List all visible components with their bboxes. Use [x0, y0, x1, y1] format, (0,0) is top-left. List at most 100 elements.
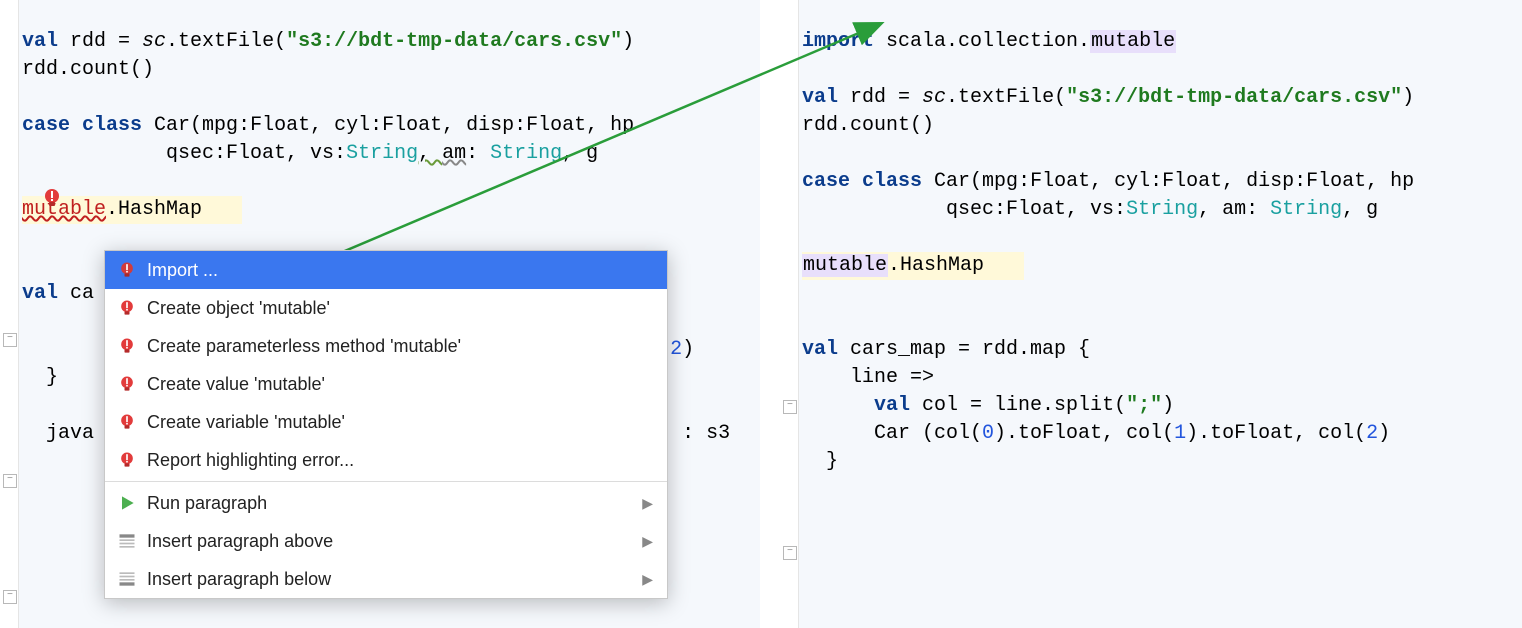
menu-label: Create object 'mutable': [147, 298, 330, 319]
keyword-case: case: [22, 114, 70, 137]
right-gutter: − −: [780, 0, 799, 628]
intention-popup: Import ... Create object 'mutable' Creat…: [104, 250, 668, 599]
code-text: .textFile(: [946, 86, 1066, 109]
code-text: , am:: [1198, 198, 1270, 221]
error-mutable: mutable: [22, 198, 106, 221]
code-text: [850, 170, 862, 193]
number-literal: 1: [1174, 422, 1186, 445]
code-text: rdd.count(): [22, 58, 154, 81]
code-text: , g: [562, 142, 598, 165]
menu-label: Create parameterless method 'mutable': [147, 336, 461, 357]
code-text: ): [1378, 422, 1390, 445]
code-text: Car (col(: [802, 422, 982, 445]
number-literal: 0: [982, 422, 994, 445]
code-text: :: [466, 142, 490, 165]
bulb-error-icon: [117, 298, 137, 318]
code-text: qsec:Float, vs:: [22, 142, 346, 165]
menu-label: Create value 'mutable': [147, 374, 325, 395]
menu-create-value[interactable]: Create value 'mutable': [105, 365, 667, 403]
bulb-error-icon: [117, 450, 137, 470]
menu-import[interactable]: Import ...: [105, 251, 667, 289]
type-string: String: [1270, 198, 1342, 221]
menu-create-variable[interactable]: Create variable 'mutable': [105, 403, 667, 441]
keyword-val: val: [22, 30, 58, 53]
menu-label: Run paragraph: [147, 493, 267, 514]
code-text: }: [802, 450, 838, 473]
code-text: am: [442, 142, 466, 165]
code-text: ): [682, 338, 694, 361]
intention-bulb-icon[interactable]: [40, 186, 64, 210]
string-literal: "s3://bdt-tmp-data/cars.csv": [1066, 86, 1402, 109]
fold-mark-icon[interactable]: −: [3, 474, 17, 488]
bulb-error-icon: [117, 374, 137, 394]
code-text: cars_map = rdd.map {: [838, 338, 1090, 361]
menu-label: Insert paragraph below: [147, 569, 331, 590]
fold-mark-icon[interactable]: −: [3, 590, 17, 604]
code-text: ).toFloat, col(: [1186, 422, 1366, 445]
code-text: [802, 394, 874, 417]
keyword-class: class: [862, 170, 922, 193]
code-text: .HashMap: [106, 198, 202, 221]
menu-run-paragraph[interactable]: Run paragraph ▶: [105, 484, 667, 522]
bulb-error-icon: [117, 412, 137, 432]
menu-label: Insert paragraph above: [147, 531, 333, 552]
code-text: }: [22, 366, 58, 389]
keyword-class: class: [82, 114, 142, 137]
keyword-val: val: [874, 394, 910, 417]
keyword-import: import: [802, 30, 874, 53]
code-text: Car(mpg:Float, cyl:Float, disp:Float, hp: [142, 114, 634, 137]
menu-create-method[interactable]: Create parameterless method 'mutable': [105, 327, 667, 365]
keyword-case: case: [802, 170, 850, 193]
code-text: : s3: [682, 422, 730, 445]
string-literal: ";": [1126, 394, 1162, 417]
code-text: rdd =: [58, 30, 142, 53]
code-text: rdd =: [838, 86, 922, 109]
right-code[interactable]: import scala.collection.mutable val rdd …: [802, 0, 1522, 504]
editor-left-pane: − − − val rdd = sc.textFile("s3://bdt-tm…: [0, 0, 760, 628]
code-text: Car(mpg:Float, cyl:Float, disp:Float, hp: [922, 170, 1414, 193]
ident-mutable: mutable: [1090, 30, 1176, 53]
submenu-chevron-icon: ▶: [642, 571, 653, 588]
code-text: scala.collection.: [874, 30, 1090, 53]
code-text: , g: [1342, 198, 1378, 221]
insert-below-icon: [117, 569, 137, 589]
code-text: ): [1162, 394, 1174, 417]
keyword-val: val: [22, 282, 58, 305]
code-text: ,: [418, 142, 442, 165]
code-text: ): [1402, 86, 1414, 109]
menu-label: Report highlighting error...: [147, 450, 354, 471]
menu-report-error[interactable]: Report highlighting error...: [105, 441, 667, 479]
fold-mark-icon[interactable]: −: [783, 400, 797, 414]
menu-separator: [105, 481, 667, 482]
var-sc: sc: [142, 30, 166, 53]
type-string: String: [346, 142, 418, 165]
bulb-error-icon: [117, 260, 137, 280]
type-string: String: [1126, 198, 1198, 221]
type-string: String: [490, 142, 562, 165]
code-text: ca: [58, 282, 94, 305]
ident-mutable: mutable: [802, 254, 888, 277]
number-literal: 2: [670, 338, 682, 361]
code-text: .HashMap: [888, 254, 984, 277]
run-icon: [117, 493, 137, 513]
keyword-val: val: [802, 338, 838, 361]
string-literal: "s3://bdt-tmp-data/cars.csv": [286, 30, 622, 53]
menu-create-object[interactable]: Create object 'mutable': [105, 289, 667, 327]
var-sc: sc: [922, 86, 946, 109]
code-text: qsec:Float, vs:: [802, 198, 1126, 221]
fold-mark-icon[interactable]: −: [783, 546, 797, 560]
bulb-error-icon: [117, 336, 137, 356]
insert-above-icon: [117, 531, 137, 551]
left-gutter: − − −: [0, 0, 19, 628]
code-text: java: [22, 422, 94, 445]
number-literal: 2: [1366, 422, 1378, 445]
menu-label: Import ...: [147, 260, 218, 281]
submenu-chevron-icon: ▶: [642, 533, 653, 550]
code-text: col = line.split(: [910, 394, 1126, 417]
menu-insert-below[interactable]: Insert paragraph below ▶: [105, 560, 667, 598]
code-text: [70, 114, 82, 137]
menu-insert-above[interactable]: Insert paragraph above ▶: [105, 522, 667, 560]
code-text: .textFile(: [166, 30, 286, 53]
keyword-val: val: [802, 86, 838, 109]
fold-mark-icon[interactable]: −: [3, 333, 17, 347]
